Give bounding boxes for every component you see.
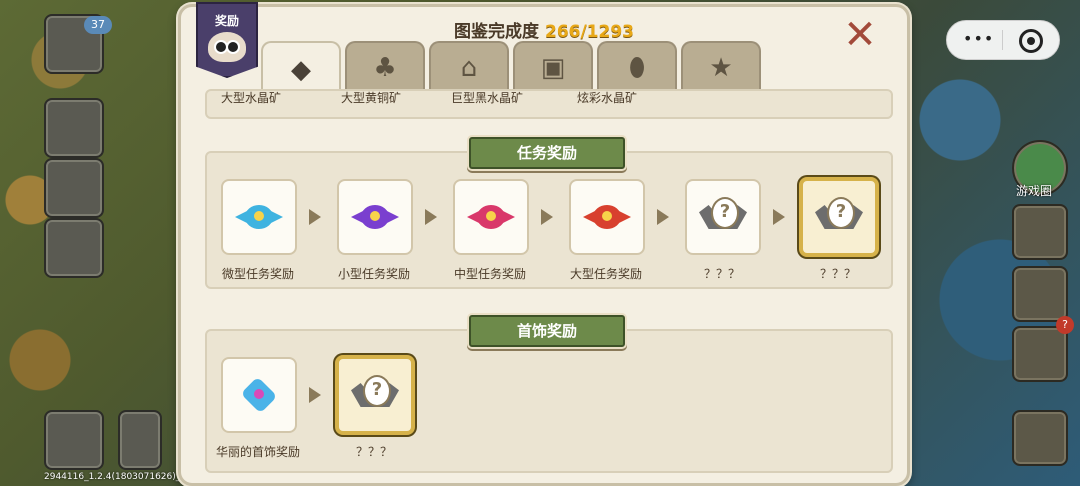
- notification-badge: ?: [1056, 316, 1074, 334]
- prev-item-label: 炫彩水晶矿: [577, 91, 638, 105]
- item-card[interactable]: [337, 179, 413, 255]
- house-icon: ⌂: [460, 53, 478, 83]
- ellipsis-icon[interactable]: •••: [963, 29, 994, 48]
- unknown-item-icon: ?: [699, 193, 747, 241]
- level-badge: 37: [84, 16, 112, 34]
- chevron-right-icon: [773, 209, 785, 225]
- knight-menu-button[interactable]: [44, 158, 104, 218]
- jewelry-reward-title: 首饰奖励: [469, 315, 625, 347]
- item-label: ？？？: [819, 267, 856, 281]
- chevron-right-icon: [309, 209, 321, 225]
- collection-panel: 图鉴完成度 266/1293 ✕ ◆ ♣ ⌂ ▣ ⬮ ★ 大型水晶矿 大型黄铜矿 …: [178, 4, 910, 486]
- chevron-right-icon: [425, 209, 437, 225]
- prev-item-label: 大型水晶矿: [221, 91, 282, 105]
- clover-icon: ♣: [373, 53, 397, 83]
- book-menu-button[interactable]: [44, 218, 104, 278]
- item-label: 华丽的首饰奖励: [215, 445, 300, 459]
- item-card-framed[interactable]: ?: [335, 355, 415, 435]
- star-icon: ★: [709, 53, 733, 83]
- back-arrow-button[interactable]: [118, 410, 162, 470]
- close-icon[interactable]: ✕: [841, 15, 879, 55]
- chevron-right-icon: [309, 387, 321, 403]
- map-button[interactable]: [44, 410, 104, 470]
- progress-count: 266/1293: [544, 22, 634, 42]
- chevron-right-icon: [657, 209, 669, 225]
- prev-item-label: 巨型黑水晶矿: [451, 91, 524, 105]
- item-card[interactable]: [569, 179, 645, 255]
- item-label: ？？？: [703, 267, 740, 281]
- owl-icon: [208, 32, 246, 62]
- previous-section-strip: 大型水晶矿 大型黄铜矿 巨型黑水晶矿 炫彩水晶矿: [205, 89, 893, 119]
- unknown-item-icon: ?: [815, 193, 863, 241]
- medium-task-medal-icon: [467, 199, 515, 235]
- item-card[interactable]: ?: [685, 179, 761, 255]
- tab-house[interactable]: ⌂: [429, 41, 509, 93]
- tab-star[interactable]: ★: [681, 41, 761, 93]
- item-card[interactable]: [221, 179, 297, 255]
- gift-button[interactable]: [1012, 266, 1068, 322]
- chevron-right-icon: [541, 209, 553, 225]
- wechat-capsule: •••: [946, 20, 1060, 60]
- gem-icon: ◆: [291, 55, 311, 85]
- tab-clover[interactable]: ♣: [345, 41, 425, 93]
- item-card-framed[interactable]: ?: [799, 177, 879, 257]
- tab-chest[interactable]: ▣: [513, 41, 593, 93]
- item-label: 小型任务奖励: [337, 267, 410, 281]
- prev-item-label: 大型黄铜矿: [341, 91, 402, 105]
- badge-label: 奖励: [214, 14, 239, 28]
- item-card[interactable]: [221, 357, 297, 433]
- small-task-medal-icon: [351, 199, 399, 235]
- target-icon[interactable]: [1019, 29, 1043, 53]
- egg-button[interactable]: [1012, 326, 1068, 382]
- treasure-chest-button[interactable]: [1012, 410, 1068, 466]
- large-task-medal-icon: [583, 199, 631, 235]
- item-label: 中型任务奖励: [453, 267, 526, 281]
- capsule-divider: [1002, 30, 1003, 50]
- item-label: 微型任务奖励: [221, 267, 294, 281]
- item-card[interactable]: [453, 179, 529, 255]
- tab-egg[interactable]: ⬮: [597, 41, 677, 93]
- task-reward-title: 任务奖励: [469, 137, 625, 169]
- panel-title: 图鉴完成度 266/1293: [181, 17, 907, 42]
- jewelry-medal-icon: [235, 376, 283, 414]
- social-label: 游戏圈: [1016, 184, 1053, 198]
- unknown-item-icon: ?: [351, 371, 399, 419]
- micro-task-medal-icon: [235, 199, 283, 235]
- title-label: 图鉴完成度: [453, 22, 539, 42]
- chest-icon: ▣: [540, 53, 566, 83]
- item-label: ？？？: [355, 445, 392, 459]
- star-menu-button[interactable]: [44, 98, 104, 158]
- reward-badge: 奖励: [196, 2, 258, 78]
- mail-button[interactable]: [1012, 204, 1068, 260]
- item-label: 大型任务奖励: [569, 267, 642, 281]
- egg-icon: ⬮: [628, 53, 646, 83]
- collection-scroll-area[interactable]: 大型水晶矿 大型黄铜矿 巨型黑水晶矿 炫彩水晶矿 任务奖励 微型任务奖励 小型任…: [205, 89, 893, 477]
